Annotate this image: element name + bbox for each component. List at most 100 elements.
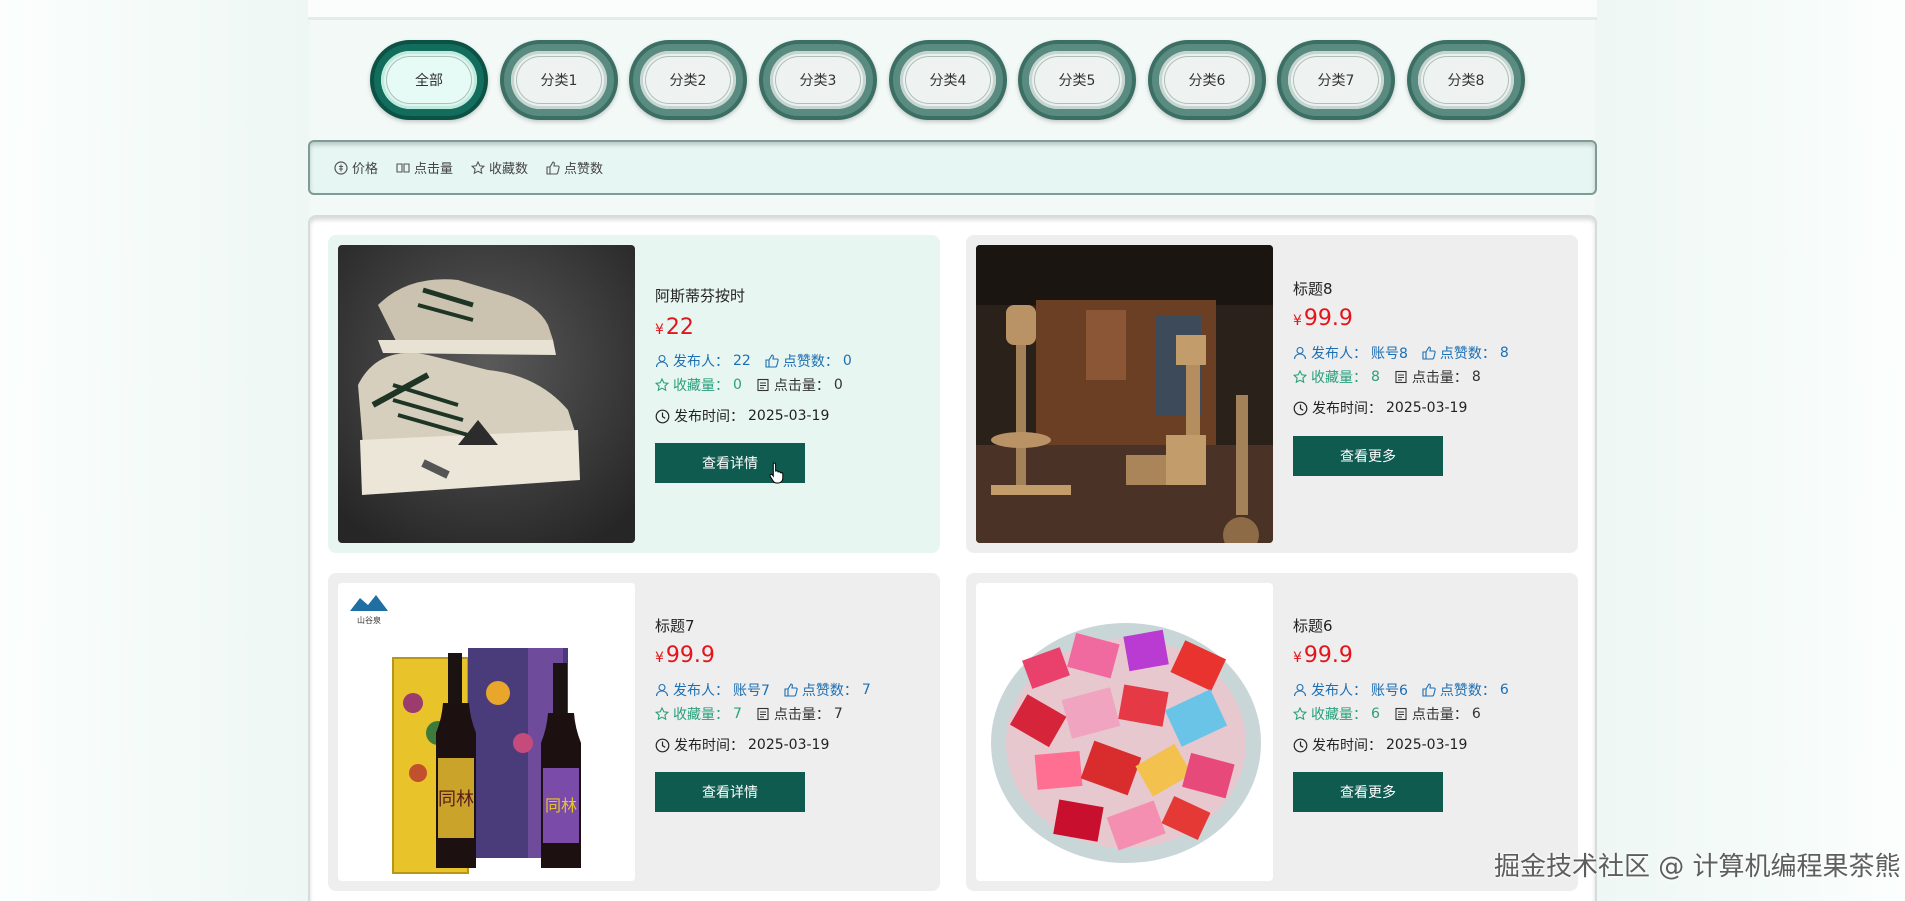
likes-value: 8 (1499, 345, 1509, 361)
sort-favorites-label: 收藏数 (489, 162, 529, 177)
document-icon (757, 378, 769, 392)
sort-likes[interactable]: 点赞数 (546, 158, 603, 177)
publish-time-row: 发布时间： 2025-03-19 (1293, 735, 1467, 755)
thumbs-up-icon (1422, 683, 1436, 697)
thumbs-up-icon (784, 683, 798, 697)
sort-favorites[interactable]: 收藏数 (471, 158, 528, 177)
clock-icon (655, 738, 670, 752)
likes-label: 点赞数： (782, 354, 839, 370)
currency-symbol: ¥ (1293, 650, 1302, 666)
product-card[interactable]: 阿斯蒂芬按时 ¥22 发布人： 22 点赞数： 0 收藏量： 0 点击量： 0 … (328, 235, 940, 553)
document-icon (1395, 707, 1407, 721)
star-icon (655, 378, 669, 392)
clicks-value: 6 (1471, 706, 1481, 722)
star-icon (1293, 370, 1307, 384)
currency-symbol: ¥ (1293, 313, 1302, 329)
thumbs-up-icon (1422, 346, 1436, 360)
product-price: ¥99.9 (1293, 643, 1353, 668)
wine-bottles-image: 山谷泉 同林 同林 (338, 583, 635, 881)
clicks-value: 7 (833, 706, 843, 722)
book-icon (396, 162, 410, 173)
favorites-label: 收藏量： (673, 378, 729, 394)
product-title[interactable]: 阿斯蒂芬按时 (655, 285, 745, 306)
category-8[interactable]: 分类8 (1407, 40, 1525, 120)
time-label: 发布时间： (1312, 401, 1382, 417)
product-price: ¥99.9 (1293, 306, 1353, 331)
clicks-label: 点击量： (1411, 707, 1468, 723)
favorites-label: 收藏量： (1311, 707, 1367, 723)
category-all[interactable]: 全部 (370, 40, 488, 120)
candy-plate-image (976, 583, 1273, 881)
likes-value: 7 (861, 682, 871, 698)
product-panel: 阿斯蒂芬按时 ¥22 发布人： 22 点赞数： 0 收藏量： 0 点击量： 0 … (308, 215, 1597, 901)
time-label: 发布时间： (674, 409, 744, 425)
user-icon (655, 683, 669, 697)
category-6[interactable]: 分类6 (1148, 40, 1266, 120)
sort-price[interactable]: 价格 (334, 158, 378, 177)
price-value: 99.9 (1303, 643, 1353, 668)
favorites-value: 7 (733, 706, 742, 722)
clock-icon (655, 409, 670, 423)
sort-bar: 价格 点击量 收藏数 点赞数 (308, 140, 1597, 195)
product-card[interactable]: 标题6 ¥99.9 发布人： 账号6 点赞数： 6 收藏量： 6 点击量： 6 … (966, 573, 1578, 891)
wine-label-text: 同林 (545, 796, 577, 815)
product-price: ¥22 (655, 315, 694, 340)
sort-clicks[interactable]: 点击量 (396, 158, 453, 177)
publisher-value: 账号8 (1371, 346, 1408, 362)
user-icon (655, 354, 669, 368)
category-label: 全部 (387, 57, 471, 103)
view-more-button[interactable]: 查看更多 (1293, 772, 1443, 812)
wine-brand-text: 山谷泉 (357, 615, 381, 625)
view-details-button[interactable]: 查看详情 (655, 772, 805, 812)
publish-time-row: 发布时间： 2025-03-19 (655, 406, 829, 426)
category-1[interactable]: 分类1 (500, 40, 618, 120)
clicks-label: 点击量： (773, 707, 830, 723)
publisher-value: 22 (733, 353, 751, 369)
sneakers-image (338, 245, 635, 543)
product-image-candy[interactable] (976, 583, 1273, 881)
likes-value: 0 (842, 353, 852, 369)
publisher-label: 发布人： (673, 683, 729, 699)
product-card[interactable]: 标题8 ¥99.9 发布人： 账号8 点赞数： 8 收藏量： 8 点击量： 8 … (966, 235, 1578, 553)
sort-price-label: 价格 (352, 162, 379, 177)
category-5[interactable]: 分类5 (1018, 40, 1136, 120)
favorites-label: 收藏量： (673, 707, 729, 723)
clicks-label: 点击量： (1411, 370, 1468, 386)
category-label: 分类1 (517, 57, 601, 103)
price-value: 22 (665, 315, 694, 340)
time-value: 2025-03-19 (748, 408, 830, 424)
price-circle-icon (334, 160, 348, 175)
clock-icon (1293, 738, 1308, 752)
hand-cursor-icon (769, 462, 784, 484)
likes-label: 点赞数： (1439, 346, 1496, 362)
product-image-sneakers[interactable] (338, 245, 635, 543)
category-label: 分类8 (1424, 57, 1508, 103)
product-title[interactable]: 标题7 (655, 615, 695, 636)
product-image-wine[interactable]: 山谷泉 同林 同林 (338, 583, 635, 881)
document-icon (1395, 370, 1407, 384)
favorites-clicks-row: 收藏量： 8 点击量： 8 (1293, 367, 1481, 387)
category-label: 分类5 (1035, 57, 1119, 103)
product-price: ¥99.9 (655, 643, 715, 668)
product-title[interactable]: 标题8 (1293, 278, 1333, 299)
top-strip (308, 0, 1597, 20)
star-icon (471, 160, 486, 174)
view-more-button[interactable]: 查看更多 (1293, 436, 1443, 476)
publisher-value: 账号7 (733, 683, 770, 699)
watermark: 掘金技术社区 @ 计算机编程果茶熊 (1494, 852, 1901, 882)
clicks-value: 0 (833, 377, 843, 393)
document-icon (757, 707, 769, 721)
category-7[interactable]: 分类7 (1277, 40, 1395, 120)
product-title[interactable]: 标题6 (1293, 615, 1333, 636)
category-2[interactable]: 分类2 (629, 40, 747, 120)
clock-icon (1293, 401, 1308, 415)
time-value: 2025-03-19 (1386, 400, 1468, 416)
category-label: 分类6 (1165, 57, 1249, 103)
product-image-cat-tree[interactable] (976, 245, 1273, 543)
sort-clicks-label: 点击量 (414, 162, 454, 177)
publisher-likes-row: 发布人： 账号7 点赞数： 7 (655, 680, 881, 700)
category-4[interactable]: 分类4 (889, 40, 1007, 120)
category-3[interactable]: 分类3 (759, 40, 877, 120)
product-card[interactable]: 山谷泉 同林 同林 标题7 ¥99.9 发布人： 账号7 点赞数： 7 收藏量：… (328, 573, 940, 891)
page-background-left (0, 0, 310, 901)
